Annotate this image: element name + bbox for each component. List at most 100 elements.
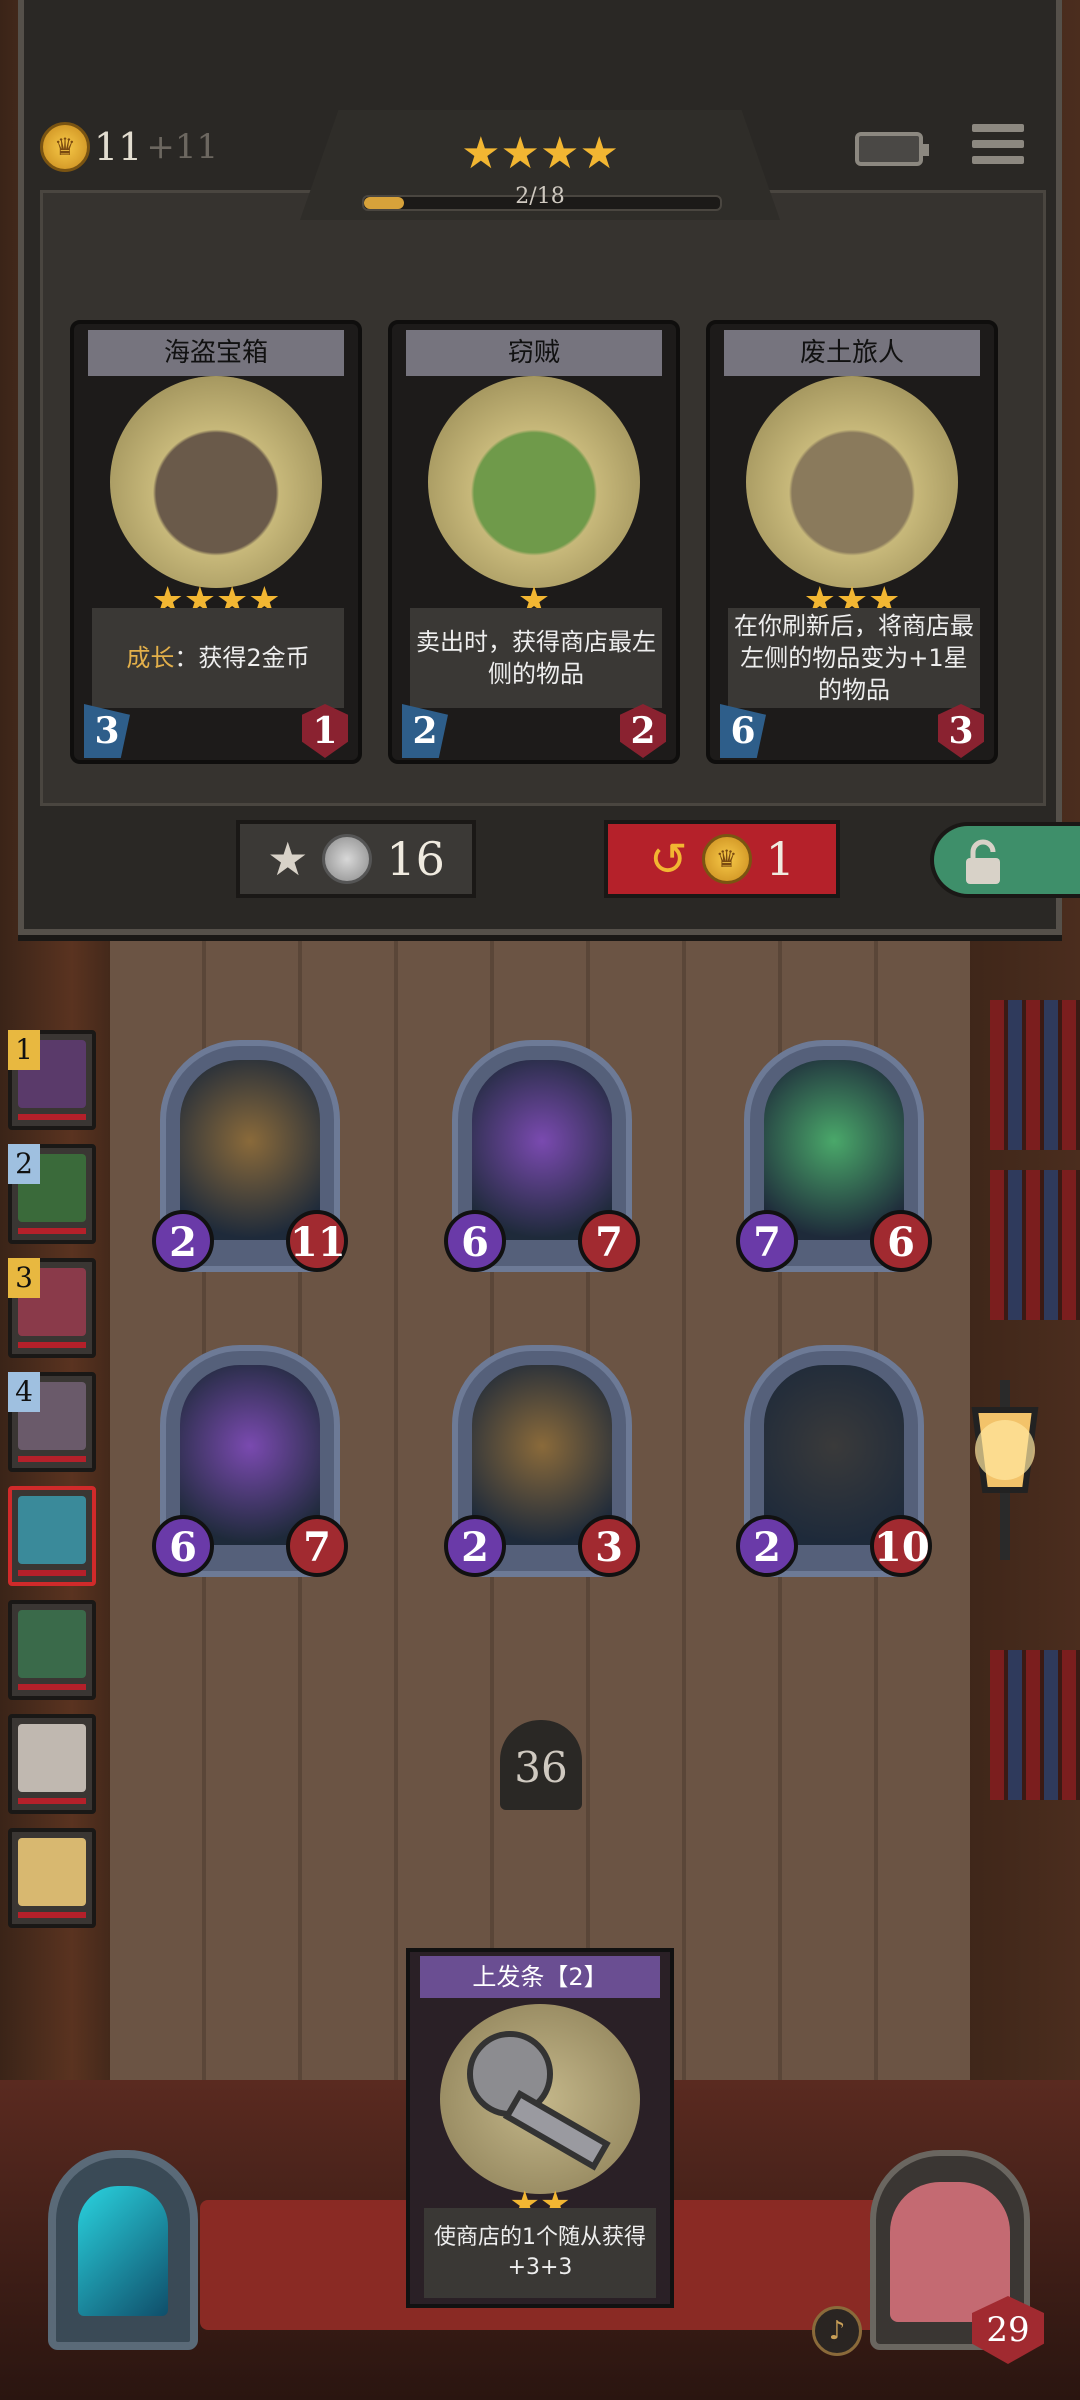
bookshelf-row bbox=[990, 1000, 1080, 1150]
gold-amount: 11 bbox=[94, 125, 143, 169]
minion-health: 7 bbox=[286, 1515, 348, 1577]
minion-attack: 6 bbox=[152, 1515, 214, 1577]
team-slot[interactable] bbox=[8, 1714, 96, 1814]
team-slot[interactable]: 2 bbox=[8, 1144, 96, 1244]
card-effect: 卖出时，获得商店最左侧的物品 bbox=[416, 628, 656, 688]
minion-attack: 6 bbox=[444, 1210, 506, 1272]
minion-portrait bbox=[180, 1365, 320, 1545]
team-slot[interactable]: 1 bbox=[8, 1030, 96, 1130]
shop-card[interactable]: 海盗宝箱 ★★★★ 成长：获得2金币 3 1 bbox=[70, 320, 362, 764]
team-health-bar bbox=[18, 1798, 86, 1804]
board-minion[interactable]: 2 3 bbox=[444, 1345, 640, 1577]
board-minion[interactable]: 2 11 bbox=[152, 1040, 348, 1272]
team-health-bar bbox=[18, 1570, 86, 1576]
upgrade-cost: 16 bbox=[386, 832, 445, 886]
gold-income: +11 bbox=[146, 127, 219, 167]
coin-icon: ♛ bbox=[40, 122, 90, 172]
lock-icon bbox=[966, 839, 1000, 884]
card-health: 3 bbox=[938, 704, 984, 758]
bookshelf-row bbox=[990, 1170, 1080, 1320]
minion-attack: 7 bbox=[736, 1210, 798, 1272]
card-effect: ：获得2金币 bbox=[174, 644, 310, 672]
team-slot[interactable] bbox=[8, 1600, 96, 1700]
minion-health: 3 bbox=[578, 1515, 640, 1577]
upgrade-tier-button[interactable]: ★ 16 bbox=[236, 820, 476, 898]
card-art bbox=[428, 376, 640, 588]
card-art bbox=[746, 376, 958, 588]
card-description: 在你刷新后，将商店最左侧的物品变为+1星的物品 bbox=[728, 608, 980, 708]
team-health-bar bbox=[18, 1114, 86, 1120]
bell-icon[interactable]: ♪ bbox=[812, 2306, 862, 2356]
minion-attack: 2 bbox=[736, 1515, 798, 1577]
portal-icon[interactable] bbox=[48, 2150, 198, 2350]
card-name: 废土旅人 bbox=[724, 330, 980, 376]
coin-icon: ♛ bbox=[701, 834, 752, 884]
team-health-bar bbox=[18, 1456, 86, 1462]
shop-card[interactable]: 窃贼 ★ 卖出时，获得商店最左侧的物品 2 2 bbox=[388, 320, 680, 764]
refresh-icon: ↺ bbox=[649, 832, 688, 886]
board-minion[interactable]: 6 7 bbox=[152, 1345, 348, 1577]
refresh-cost: 1 bbox=[765, 832, 795, 886]
card-attack: 3 bbox=[84, 704, 130, 758]
team-order-number: 2 bbox=[8, 1144, 40, 1184]
spell-title: 上发条【2】 bbox=[420, 1956, 660, 1998]
lamp-icon bbox=[960, 1380, 1050, 1560]
minion-health: 7 bbox=[578, 1210, 640, 1272]
tier-progress-text: 2/18 bbox=[515, 184, 565, 209]
team-order-number: 4 bbox=[8, 1372, 40, 1412]
minion-health: 11 bbox=[286, 1210, 348, 1272]
board-minion[interactable]: 6 7 bbox=[444, 1040, 640, 1272]
minion-portrait bbox=[472, 1060, 612, 1240]
card-health: 2 bbox=[620, 704, 666, 758]
shop-card[interactable]: 废土旅人 ★★★ 在你刷新后，将商店最左侧的物品变为+1星的物品 6 3 bbox=[706, 320, 998, 764]
team-slot[interactable]: 4 bbox=[8, 1372, 96, 1472]
card-attack: 6 bbox=[720, 704, 766, 758]
battery-icon bbox=[855, 132, 929, 166]
star-up-icon: ★ bbox=[267, 832, 309, 886]
team-order-number: 3 bbox=[8, 1258, 40, 1298]
bookshelf-row bbox=[990, 1650, 1080, 1800]
deck-count: 36 bbox=[500, 1720, 582, 1810]
minion-portrait bbox=[764, 1365, 904, 1545]
minion-attack: 2 bbox=[152, 1210, 214, 1272]
card-attack: 2 bbox=[402, 704, 448, 758]
team-health-bar bbox=[18, 1228, 86, 1234]
refresh-button[interactable]: ↺ ♛ 1 bbox=[604, 820, 840, 898]
card-effect: 在你刷新后，将商店最左侧的物品变为+1星的物品 bbox=[734, 612, 974, 704]
team-order-number: 1 bbox=[8, 1030, 40, 1070]
minion-portrait bbox=[180, 1060, 320, 1240]
tier-progress-fill bbox=[364, 197, 404, 209]
tier-stars: ★★★★ bbox=[461, 128, 619, 179]
team-health-bar bbox=[18, 1684, 86, 1690]
lock-shop-button[interactable] bbox=[930, 822, 1080, 898]
key-icon bbox=[440, 2004, 640, 2194]
card-health: 1 bbox=[302, 704, 348, 758]
card-description: 成长：获得2金币 bbox=[92, 608, 344, 708]
team-portrait bbox=[18, 1496, 86, 1564]
team-slot[interactable]: 3 bbox=[8, 1258, 96, 1358]
card-name: 海盗宝箱 bbox=[88, 330, 344, 376]
team-portrait bbox=[18, 1724, 86, 1792]
minion-portrait bbox=[472, 1365, 612, 1545]
team-portrait bbox=[18, 1838, 86, 1906]
card-art bbox=[110, 376, 322, 588]
team-slot[interactable] bbox=[8, 1828, 96, 1928]
team-health-bar bbox=[18, 1912, 86, 1918]
silver-coin-icon bbox=[322, 834, 373, 884]
card-description: 卖出时，获得商店最左侧的物品 bbox=[410, 608, 662, 708]
card-name: 窃贼 bbox=[406, 330, 662, 376]
hand-spell-card[interactable]: 上发条【2】 ★★ 使商店的1个随从获得+3+3 bbox=[406, 1948, 674, 2308]
team-portrait bbox=[18, 1610, 86, 1678]
board-minion[interactable]: 7 6 bbox=[736, 1040, 932, 1272]
board-minion[interactable]: 2 10 bbox=[736, 1345, 932, 1577]
team-slot[interactable] bbox=[8, 1486, 96, 1586]
minion-portrait bbox=[764, 1060, 904, 1240]
spell-description: 使商店的1个随从获得+3+3 bbox=[424, 2208, 656, 2298]
minion-attack: 2 bbox=[444, 1515, 506, 1577]
team-health-bar bbox=[18, 1342, 86, 1348]
menu-icon[interactable] bbox=[972, 124, 1024, 176]
minion-health: 6 bbox=[870, 1210, 932, 1272]
gold-display: ♛ 11 +11 bbox=[40, 122, 218, 172]
card-keyword: 成长 bbox=[126, 644, 175, 672]
minion-health: 10 bbox=[870, 1515, 932, 1577]
